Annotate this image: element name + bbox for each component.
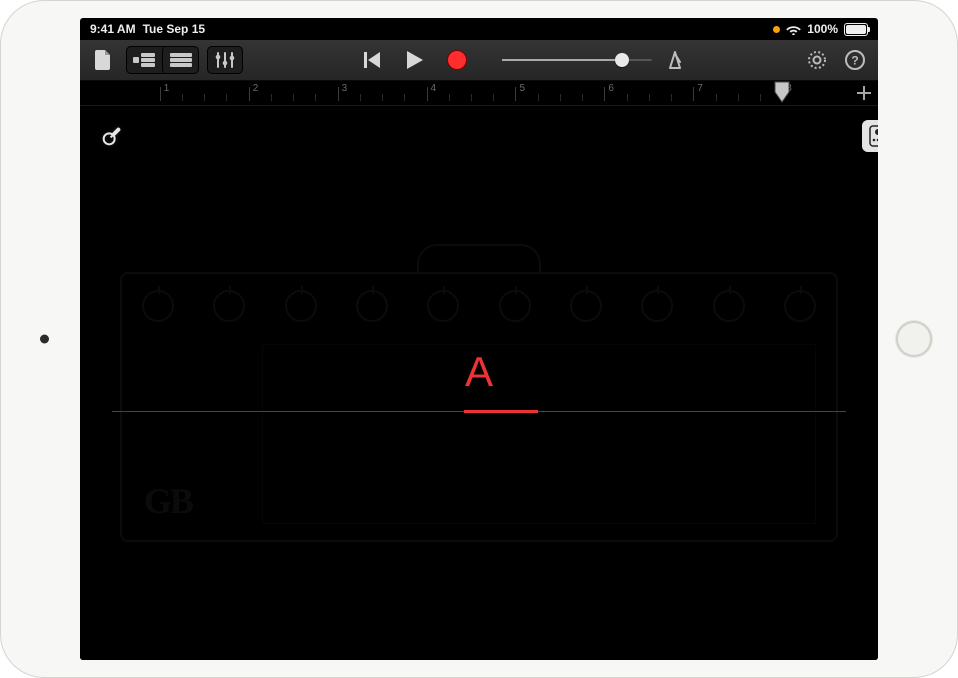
toolbar: ? <box>80 40 878 81</box>
go-to-beginning-button[interactable] <box>356 46 390 74</box>
ruler-bar-marker: 7 <box>693 87 694 105</box>
amp-knob <box>142 290 174 322</box>
tuner-note: A <box>465 348 493 396</box>
ruler-bar-marker: 4 <box>427 87 428 105</box>
amp-knob <box>713 290 745 322</box>
ruler-bar-marker: 1 <box>160 87 161 105</box>
screen: 9:41 AM Tue Sep 15 100% <box>80 18 878 660</box>
amp-knob <box>356 290 388 322</box>
amp-knob <box>641 290 673 322</box>
settings-button[interactable] <box>802 46 832 74</box>
amp-logo: GB <box>144 480 192 522</box>
recording-indicator-dot <box>773 26 780 33</box>
status-bar: 9:41 AM Tue Sep 15 100% <box>80 18 878 40</box>
view-toggle-group <box>126 46 199 74</box>
playhead[interactable] <box>774 81 790 103</box>
wifi-icon <box>786 24 801 35</box>
status-time: 9:41 AM <box>90 22 136 36</box>
play-button[interactable] <box>398 46 432 74</box>
ruler-bar-marker: 6 <box>604 87 605 105</box>
metronome-button[interactable] <box>660 46 690 74</box>
svg-text:?: ? <box>851 54 858 68</box>
tuner-pitch-indicator <box>464 410 537 413</box>
tablet-frame: 9:41 AM Tue Sep 15 100% <box>0 0 958 678</box>
front-camera <box>40 335 49 344</box>
record-icon <box>448 51 466 69</box>
amp-knob <box>285 290 317 322</box>
ruler-bar-marker: 2 <box>249 87 250 105</box>
battery-percent: 100% <box>807 22 838 36</box>
amp-knob <box>427 290 459 322</box>
master-volume-slider[interactable] <box>502 59 652 61</box>
amp-knob <box>570 290 602 322</box>
amp-knob <box>784 290 816 322</box>
amp-panel: GB <box>120 272 838 542</box>
input-settings-button[interactable] <box>96 120 128 152</box>
grid-view-button[interactable] <box>162 46 199 74</box>
track-controls-group <box>207 46 243 74</box>
home-button[interactable] <box>896 321 932 357</box>
battery-icon <box>844 23 868 36</box>
status-date: Tue Sep 15 <box>143 22 205 36</box>
add-section-button[interactable] <box>854 83 874 103</box>
ruler-bar-marker: 5 <box>515 87 516 105</box>
tracks-view-button[interactable] <box>126 46 162 74</box>
ruler-bar-marker: 3 <box>338 87 339 105</box>
my-songs-button[interactable] <box>88 46 118 74</box>
track-controls-button[interactable] <box>207 46 243 74</box>
help-button[interactable]: ? <box>840 46 870 74</box>
transport-controls <box>356 46 474 74</box>
record-button[interactable] <box>440 46 474 74</box>
tuner-meter-line <box>112 411 846 412</box>
amp-knob <box>213 290 245 322</box>
timeline-ruler[interactable]: 12345678 <box>80 81 878 106</box>
amp-knob <box>499 290 531 322</box>
stompbox-button[interactable] <box>862 120 878 152</box>
main-area: GB A <box>80 106 878 660</box>
